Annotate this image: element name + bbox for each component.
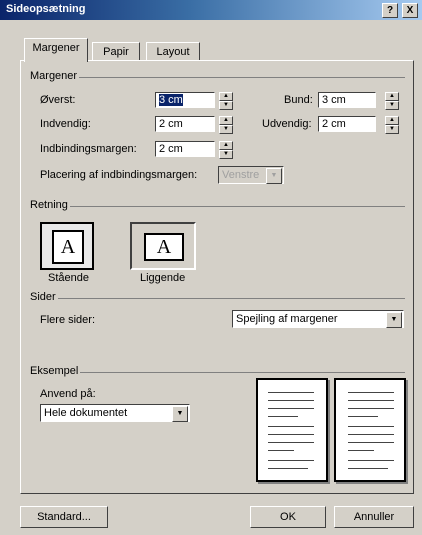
landscape-page-icon: A	[144, 233, 184, 261]
portrait-page-icon: A	[52, 230, 84, 264]
preview-page-right	[334, 378, 406, 482]
title-bar: Sideopsætning ? X	[0, 0, 422, 20]
gutter-position-select[interactable]: Venstre ▼	[218, 166, 284, 184]
gutter-label: Indbindingsmargen:	[40, 143, 137, 155]
chevron-down-icon: ▼	[266, 168, 282, 184]
bottom-margin-spinner[interactable]: ▲ ▼	[385, 92, 399, 110]
outside-margin-spinner[interactable]: ▲ ▼	[385, 116, 399, 134]
bottom-margin-input[interactable]: 3 cm	[318, 92, 376, 108]
preview-group-label: Eksempel	[28, 365, 81, 377]
gutter-input[interactable]: 2 cm	[155, 141, 215, 157]
inside-margin-label: Indvendig:	[40, 118, 91, 130]
portrait-option[interactable]: A	[40, 222, 94, 270]
margins-group-label: Margener	[28, 70, 80, 82]
pages-group-label: Sider	[28, 291, 58, 303]
orientation-group-line	[30, 206, 405, 207]
default-button[interactable]: Standard...	[20, 506, 108, 528]
gutter-position-label: Placering af indbindingsmargen:	[40, 169, 198, 181]
tab-papir[interactable]: Papir	[92, 42, 140, 61]
margins-group-line	[30, 77, 405, 78]
dialog-title: Sideopsætning	[6, 3, 86, 15]
cancel-button[interactable]: Annuller	[334, 506, 414, 528]
preview-group-line	[30, 372, 405, 373]
outside-margin-input[interactable]: 2 cm	[318, 116, 376, 132]
landscape-option[interactable]: A	[130, 222, 196, 270]
portrait-label: Stående	[48, 272, 89, 284]
pages-group-line	[30, 298, 405, 299]
top-margin-label: Øverst:	[40, 94, 76, 106]
preview-page-left	[256, 378, 328, 482]
apply-to-label: Anvend på:	[40, 388, 96, 400]
inside-margin-input[interactable]: 2 cm	[155, 116, 215, 132]
multiple-pages-select[interactable]: Spejling af margener ▼	[232, 310, 404, 328]
outside-margin-label: Udvendig:	[262, 118, 312, 130]
multiple-pages-label: Flere sider:	[40, 314, 96, 326]
landscape-label: Liggende	[140, 272, 186, 284]
inside-margin-spinner[interactable]: ▲ ▼	[219, 116, 233, 134]
ok-button[interactable]: OK	[250, 506, 326, 528]
bottom-margin-label: Bund:	[284, 94, 313, 106]
apply-to-select[interactable]: Hele dokumentet ▼	[40, 404, 190, 422]
tab-layout[interactable]: Layout	[146, 42, 200, 61]
top-margin-input[interactable]: 3 cm	[155, 92, 215, 108]
close-button[interactable]: X	[402, 3, 418, 18]
chevron-down-icon: ▼	[386, 312, 402, 328]
tab-margener[interactable]: Margener	[24, 38, 88, 62]
help-button[interactable]: ?	[382, 3, 398, 18]
orientation-group-label: Retning	[28, 199, 70, 211]
chevron-down-icon: ▼	[172, 406, 188, 422]
gutter-spinner[interactable]: ▲ ▼	[219, 141, 233, 159]
top-margin-spinner[interactable]: ▲ ▼	[219, 92, 233, 110]
